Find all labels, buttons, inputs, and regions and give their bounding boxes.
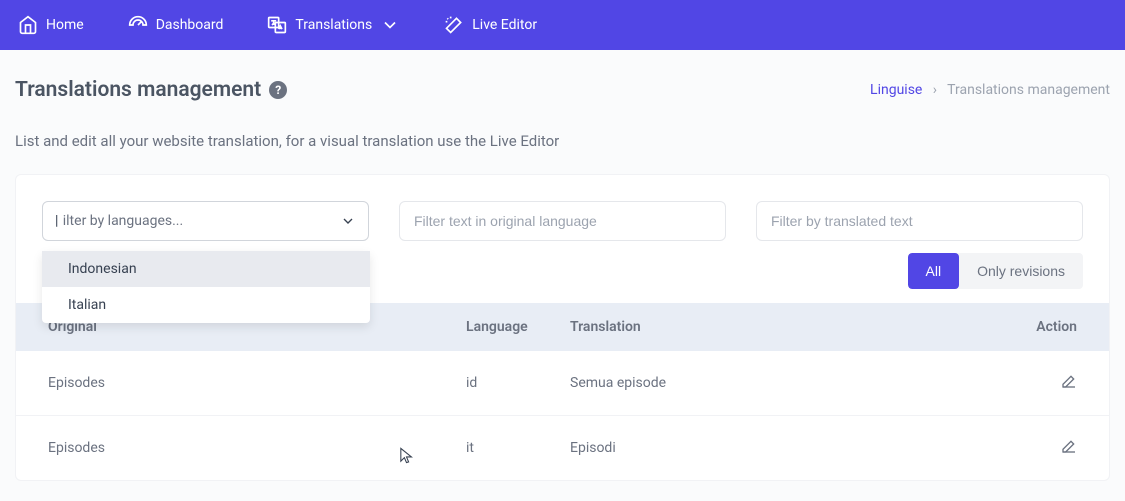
toggle-group: All Only revisions — [908, 253, 1083, 289]
top-nav: Home Dashboard Translations Live Editor — [0, 0, 1125, 50]
filter-card: |Filter by languages... Indonesian Itali… — [15, 174, 1110, 481]
cell-language: id — [466, 375, 570, 391]
original-text-filter[interactable] — [399, 201, 726, 241]
dropdown-item-indonesian[interactable]: Indonesian — [42, 251, 370, 287]
cell-original: Episodes — [48, 440, 466, 456]
header-action: Action — [1017, 319, 1077, 335]
nav-live-editor[interactable]: Live Editor — [444, 15, 537, 35]
cell-original: Episodes — [48, 375, 466, 391]
nav-translations-label: Translations — [295, 17, 372, 33]
language-filter-wrap: |Filter by languages... Indonesian Itali… — [42, 201, 369, 241]
page-title-text: Translations management — [15, 78, 261, 102]
nav-home[interactable]: Home — [18, 15, 84, 35]
cell-language: it — [466, 440, 570, 456]
chevron-down-icon — [380, 15, 400, 35]
nav-live-editor-label: Live Editor — [472, 17, 537, 33]
magic-wand-icon — [444, 15, 464, 35]
cell-translation: Semua episode — [570, 375, 1017, 391]
nav-dashboard-label: Dashboard — [156, 17, 224, 33]
nav-home-label: Home — [46, 17, 84, 33]
home-icon — [18, 15, 38, 35]
cell-action — [1017, 438, 1077, 458]
dashboard-icon — [128, 15, 148, 35]
cell-action — [1017, 373, 1077, 393]
translate-icon — [267, 15, 287, 35]
header-translation: Translation — [570, 319, 1017, 335]
language-filter-select[interactable]: |Filter by languages... — [42, 201, 369, 241]
nav-translations[interactable]: Translations — [267, 15, 400, 35]
help-icon[interactable]: ? — [269, 81, 287, 99]
header-row: Translations management ? Linguise › Tra… — [15, 78, 1110, 102]
edit-icon[interactable] — [1061, 373, 1077, 389]
translations-table: Original Language Translation Action Epi… — [16, 303, 1109, 480]
table-row: Episodes it Episodi — [16, 416, 1109, 480]
language-dropdown: Indonesian Italian — [42, 251, 370, 323]
breadcrumb: Linguise › Translations management — [870, 82, 1110, 98]
nav-dashboard[interactable]: Dashboard — [128, 15, 224, 35]
breadcrumb-sep: › — [933, 82, 937, 98]
cell-translation: Episodi — [570, 440, 1017, 456]
header-language: Language — [466, 319, 570, 335]
edit-icon[interactable] — [1061, 438, 1077, 454]
page-subtitle: List and edit all your website translati… — [15, 132, 1110, 150]
content: Translations management ? Linguise › Tra… — [0, 50, 1125, 481]
translated-text-filter[interactable] — [756, 201, 1083, 241]
toggle-revisions[interactable]: Only revisions — [959, 253, 1083, 289]
chevron-down-icon — [340, 213, 356, 229]
breadcrumb-root[interactable]: Linguise — [870, 82, 922, 98]
language-filter-placeholder: |Filter by languages... — [55, 213, 183, 229]
table-row: Episodes id Semua episode — [16, 351, 1109, 416]
page-title: Translations management ? — [15, 78, 287, 102]
filters-row: |Filter by languages... Indonesian Itali… — [16, 201, 1109, 241]
dropdown-item-italian[interactable]: Italian — [42, 287, 370, 323]
breadcrumb-current: Translations management — [947, 82, 1110, 98]
toggle-all[interactable]: All — [908, 253, 960, 289]
